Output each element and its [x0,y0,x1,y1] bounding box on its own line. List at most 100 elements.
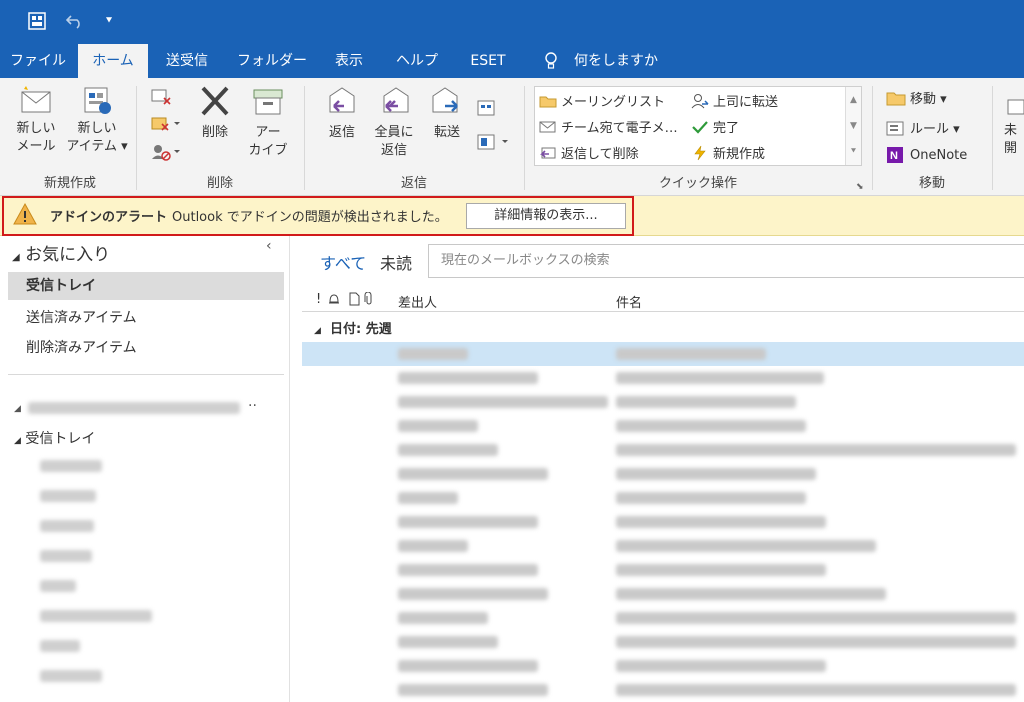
ribbon: 新しい メール 新しい アイテム ▾ 新規作成 削除 アー カイブ 削除 返信 全員に… [0,78,1024,196]
collapse-pane-icon[interactable]: ‹ [266,238,272,254]
meeting-reply-icon[interactable] [476,98,498,122]
sender-redacted [398,468,548,480]
subject-redacted [616,516,826,528]
mail-row[interactable] [302,678,1024,702]
onenote-button[interactable]: N OneNote [886,146,967,164]
ignore-icon[interactable] [150,86,172,110]
favorites-header[interactable]: ◢ お気に入り [12,240,110,265]
subject-redacted [616,588,886,600]
account-header[interactable]: ◢ [14,400,21,414]
filter-unread[interactable]: 未読 [380,250,412,274]
nav-item-deleted[interactable]: 削除済みアイテム [8,334,284,362]
mail-row[interactable] [302,414,1024,438]
mail-row[interactable] [302,534,1024,558]
mail-row[interactable] [302,654,1024,678]
unread-read-button[interactable]: 未開 [1004,96,1024,158]
sender-redacted [398,420,478,432]
mail-row[interactable] [302,630,1024,654]
mail-row[interactable] [302,390,1024,414]
mail-row[interactable] [302,342,1024,366]
tab-view[interactable]: 表示 [326,44,372,78]
quickstep-team-email[interactable]: チーム宛て電子メ… [539,117,678,136]
undo-icon[interactable] [62,8,88,34]
quick-steps-gallery: メーリングリスト チーム宛て電子メ… 返信して削除 上司に転送 完了 新規作成 … [534,86,862,166]
mail-row[interactable] [302,366,1024,390]
tell-me-box[interactable]: 何をしますか [570,44,662,78]
reply-button[interactable]: 返信 [318,84,366,142]
forward-button[interactable]: 転送 [424,84,470,142]
ribbon-tabs: ファイル ホーム 送受信 フォルダー 表示 ヘルプ ESET 何をしますか [0,44,1024,78]
new-items-button[interactable]: 新しい アイテム ▾ [66,84,128,156]
date-group-header[interactable]: ◢ 日付: 先週 [314,318,392,337]
tab-send-receive[interactable]: 送受信 [156,44,218,78]
group-label-respond: 返信 [400,176,427,191]
reply-delete-icon [540,147,556,158]
cleanup-icon[interactable] [150,114,180,138]
tab-home[interactable]: ホーム [78,44,148,78]
rules-button[interactable]: ルール ▾ [886,118,960,137]
quickstep-reply-delete[interactable]: 返信して削除 [539,143,639,162]
collapse-triangle-icon: ◢ [12,252,20,263]
reply-all-button[interactable]: 全員に 返信 [370,84,418,160]
mail-icon [539,121,556,132]
new-mail-button[interactable]: 新しい メール [10,84,62,156]
subfolder-redacted[interactable] [40,490,96,502]
importance-column-icon[interactable]: ! [316,292,321,307]
quick-steps-scroller[interactable]: ▲ ▼ ⯆ [845,87,861,165]
archive-button[interactable]: アー カイブ [244,84,292,160]
customize-qat-icon[interactable]: ⯆ [96,8,122,34]
move-button[interactable]: 移動 ▾ [886,88,947,107]
sender-redacted [398,396,608,408]
svg-text:N: N [890,150,898,162]
tab-eset[interactable]: ESET [462,44,514,78]
delete-button[interactable]: 削除 [192,84,238,142]
mail-row[interactable] [302,438,1024,462]
app-menu-icon[interactable] [24,8,50,34]
quickstep-mailing-list[interactable]: メーリングリスト [539,91,665,110]
subfolder-redacted[interactable] [40,520,94,532]
scroll-down-icon[interactable]: ▼ [846,113,861,139]
account-inbox[interactable]: ◢ 受信トレイ [14,428,95,448]
account-name-redacted [28,402,240,414]
dialog-launcher-icon[interactable]: ⬊ [856,182,864,192]
quickstep-create-new[interactable]: 新規作成 [691,143,765,162]
tab-folder[interactable]: フォルダー [236,44,308,78]
quickstep-done[interactable]: 完了 [691,117,739,136]
new-mail-icon [21,86,51,113]
icon-column-icon[interactable] [348,292,360,310]
quickstep-forward-manager[interactable]: 上司に転送 [691,91,778,110]
subfolder-redacted[interactable] [40,670,102,682]
from-column[interactable]: 差出人 [398,292,437,311]
new-items-icon [84,87,111,114]
tab-help[interactable]: ヘルプ [390,44,444,78]
subfolder-redacted[interactable] [40,580,76,592]
mail-row[interactable] [302,510,1024,534]
more-respond-icon[interactable] [476,132,510,156]
mail-row[interactable] [302,606,1024,630]
subject-redacted [616,372,824,384]
mail-row[interactable] [302,462,1024,486]
mail-row[interactable] [302,558,1024,582]
scroll-up-icon[interactable]: ▲ [846,87,861,113]
nav-item-sent[interactable]: 送信済みアイテム [8,304,284,332]
subject-redacted [616,348,766,360]
gallery-more-icon[interactable]: ⯆ [846,139,861,165]
subfolder-redacted[interactable] [40,610,152,622]
nav-item-inbox[interactable]: 受信トレイ [8,272,284,300]
sender-redacted [398,492,458,504]
subfolder-redacted[interactable] [40,460,102,472]
junk-icon[interactable] [150,142,180,166]
subject-column[interactable]: 件名 [616,292,642,311]
reminder-column-icon[interactable] [328,292,340,310]
subfolder-redacted[interactable] [40,550,92,562]
mail-row[interactable] [302,582,1024,606]
search-input[interactable]: 現在のメールボックスの検索 [428,244,1024,278]
mail-row[interactable] [302,486,1024,510]
ribbon-separator [992,86,993,190]
filter-all[interactable]: すべて [320,250,366,274]
more-icon[interactable]: ·· [248,398,257,414]
envelope-icon [1007,99,1024,115]
subfolder-redacted[interactable] [40,640,80,652]
attachment-column-icon[interactable] [364,291,374,310]
tab-file[interactable]: ファイル [8,44,68,78]
